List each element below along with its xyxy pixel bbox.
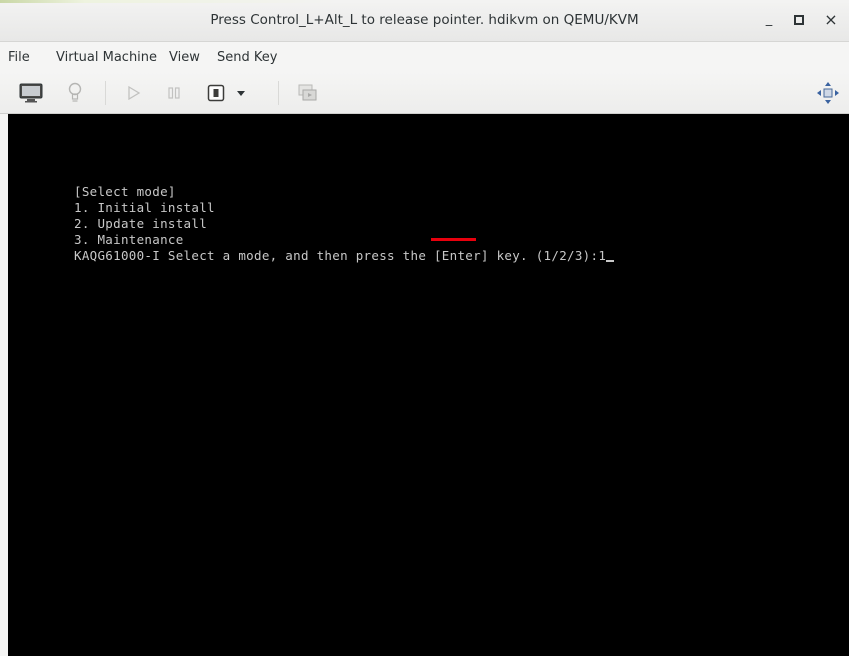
menu-bar: File Virtual Machine View Send Key <box>0 42 849 72</box>
toolbar <box>0 72 849 114</box>
pause-button[interactable] <box>163 80 185 106</box>
menu-virtual-machine[interactable]: Virtual Machine <box>56 50 157 65</box>
title-bar[interactable]: Press Control_L+Alt_L to release pointer… <box>0 0 849 42</box>
details-button[interactable] <box>64 80 86 106</box>
shutdown-menu-button[interactable] <box>232 80 250 106</box>
monitor-icon <box>19 83 43 103</box>
console-line-maintenance: 3. Maintenance <box>74 232 184 247</box>
menu-view[interactable]: View <box>169 50 200 65</box>
close-icon: × <box>824 10 838 29</box>
window-title: Press Control_L+Alt_L to release pointer… <box>210 12 639 28</box>
maximize-icon <box>794 15 804 25</box>
title-bar-accent <box>0 0 849 3</box>
console-line-update-install: 2. Update install <box>74 216 208 231</box>
vm-console-display[interactable]: [Select mode] 1. Initial install 2. Upda… <box>8 114 849 656</box>
red-annotation-mark <box>431 238 476 241</box>
fullscreen-icon <box>817 82 839 104</box>
menu-send-key[interactable]: Send Key <box>217 50 277 65</box>
text-cursor <box>606 260 615 262</box>
pause-icon <box>168 87 180 99</box>
console-prompt-text: KAQG61000-I Select a mode, and then pres… <box>74 248 607 263</box>
minimize-button[interactable]: _ <box>760 11 778 29</box>
close-button[interactable]: × <box>822 11 840 29</box>
minimize-icon: _ <box>765 12 773 27</box>
power-icon <box>207 84 225 102</box>
toolbar-separator <box>278 81 279 105</box>
vm-viewer-window: Press Control_L+Alt_L to release pointer… <box>0 0 849 656</box>
snapshot-icon <box>298 84 317 101</box>
toolbar-separator <box>105 81 106 105</box>
fullscreen-button[interactable] <box>815 80 841 106</box>
chevron-down-icon <box>237 91 245 96</box>
snapshots-button[interactable] <box>296 80 320 106</box>
play-icon <box>128 86 141 100</box>
maximize-button[interactable] <box>790 11 808 29</box>
run-button[interactable] <box>123 80 145 106</box>
console-line-initial-install: 1. Initial install <box>74 200 215 215</box>
console-line-prompt: KAQG61000-I Select a mode, and then pres… <box>74 248 615 264</box>
console-line-select-mode: [Select mode] <box>74 184 176 199</box>
console-view-button[interactable] <box>15 80 47 106</box>
lightbulb-icon <box>68 82 82 102</box>
menu-file[interactable]: File <box>8 50 30 65</box>
shutdown-button[interactable] <box>205 80 227 106</box>
